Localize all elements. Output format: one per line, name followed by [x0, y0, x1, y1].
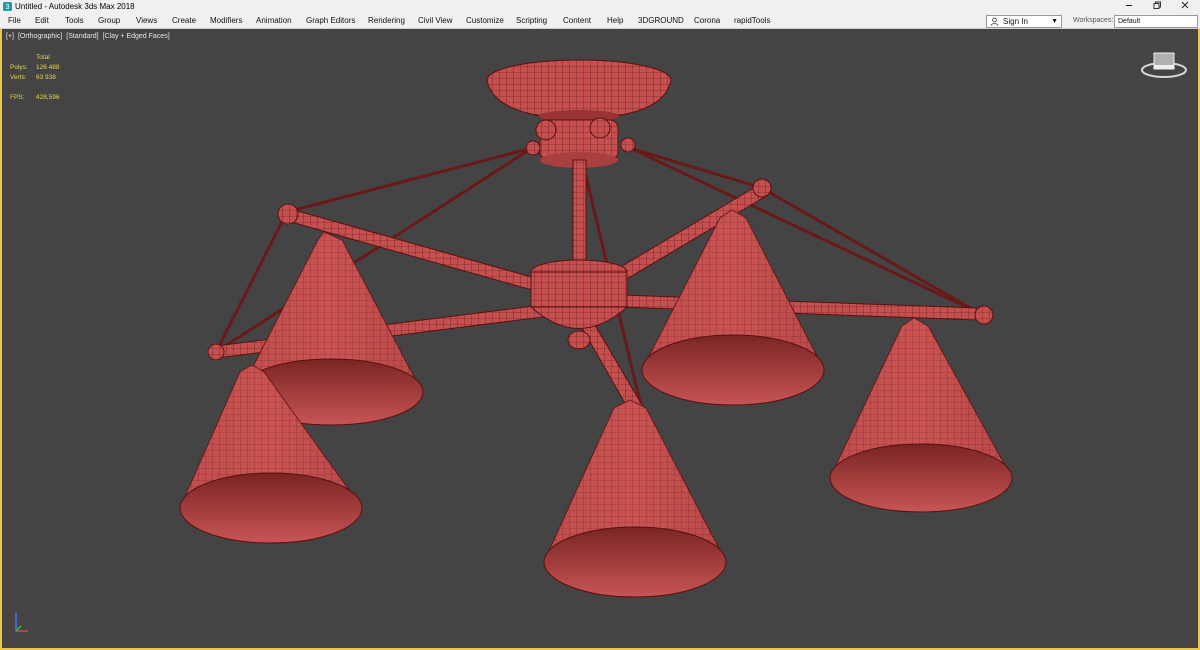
menu-scripting[interactable]: Scripting — [516, 14, 547, 28]
menu-edit[interactable]: Edit — [35, 14, 49, 28]
minimize-icon — [1126, 5, 1132, 6]
title-bar: 3 Untitled - Autodesk 3ds Max 2018 — [0, 0, 1200, 14]
menu-rapidtools[interactable]: rapidTools — [734, 14, 770, 28]
workspaces-select[interactable]: Default — [1114, 15, 1198, 28]
restore-button[interactable] — [1142, 0, 1172, 14]
sign-in-dropdown[interactable]: Sign In ▼ — [986, 15, 1062, 28]
sign-in-label: Sign In — [1003, 17, 1028, 26]
close-button[interactable] — [1170, 0, 1200, 14]
restore-icon — [1153, 1, 1161, 9]
close-icon — [1181, 1, 1189, 9]
svg-text:3: 3 — [6, 2, 10, 11]
user-icon — [990, 17, 999, 26]
menu-content[interactable]: Content — [563, 14, 591, 28]
chevron-down-icon: ▼ — [1051, 18, 1058, 25]
chandelier-model[interactable] — [2, 29, 1198, 648]
menu-file[interactable]: File — [8, 14, 21, 28]
menu-3dground[interactable]: 3DGROUND — [638, 14, 684, 28]
3dsmax-app-icon: 3 — [3, 2, 12, 11]
perspective-viewport[interactable]: [+] [Orthographic] [Standard] [Clay + Ed… — [0, 29, 1200, 650]
menu-customize[interactable]: Customize — [466, 14, 504, 28]
window-title: Untitled - Autodesk 3ds Max 2018 — [15, 2, 135, 11]
lamp-shade[interactable] — [543, 399, 727, 598]
menu-group[interactable]: Group — [98, 14, 120, 28]
menu-create[interactable]: Create — [172, 14, 196, 28]
menu-rendering[interactable]: Rendering — [368, 14, 405, 28]
menu-animation[interactable]: Animation — [256, 14, 292, 28]
workspaces-label: Workspaces: — [1073, 17, 1114, 24]
menu-modifiers[interactable]: Modifiers — [210, 14, 242, 28]
menu-civil-view[interactable]: Civil View — [418, 14, 453, 28]
menu-tools[interactable]: Tools — [65, 14, 84, 28]
menu-corona[interactable]: Corona — [694, 14, 720, 28]
menu-graph-editors[interactable]: Graph Editors — [306, 14, 355, 28]
lamp-shade[interactable] — [829, 317, 1013, 513]
viewcube-icon[interactable] — [1140, 51, 1188, 81]
workspaces-value: Default — [1118, 18, 1141, 25]
minimize-button[interactable] — [1114, 0, 1144, 14]
axis-tripod-icon — [15, 613, 28, 632]
menu-help[interactable]: Help — [607, 14, 623, 28]
menu-views[interactable]: Views — [136, 14, 157, 28]
